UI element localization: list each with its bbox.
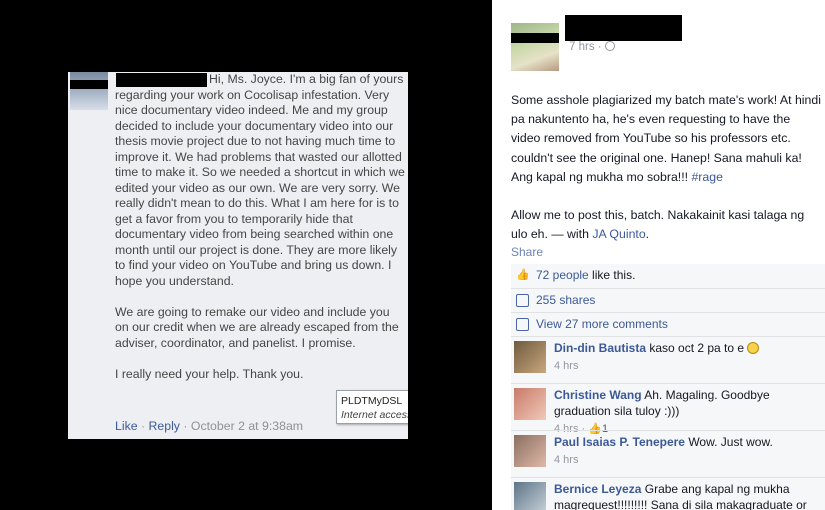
redaction-bar — [70, 80, 108, 89]
message-paragraph: I really need your help. Thank you. — [115, 366, 304, 381]
shares-row: 255 shares — [511, 288, 825, 312]
shares-link[interactable]: 255 shares — [536, 293, 595, 307]
poster-name-redacted — [565, 15, 682, 41]
commenter-name[interactable]: Din-din Bautista — [554, 341, 646, 355]
comment-icon — [516, 318, 529, 331]
post-meta: 7 hrs · — [569, 41, 615, 53]
message-timestamp[interactable]: October 2 at 9:38am — [191, 419, 303, 433]
thumbs-up-icon: 👍 — [516, 269, 530, 281]
hashtag-link[interactable]: #rage — [691, 170, 722, 184]
comment-content: Bernice Leyeza Grabe ang kapal ng mukha … — [554, 481, 822, 510]
comment-time[interactable]: 4 hrs — [554, 358, 822, 374]
separator: · — [183, 419, 188, 433]
separator: · — [140, 419, 146, 433]
comment-item: Din-din Bautista kaso oct 2 pa to e 4 hr… — [511, 336, 825, 383]
sender-avatar — [70, 72, 108, 110]
post-text: Allow me to post this, batch. Nakakainit… — [511, 208, 805, 242]
tooltip-title: PLDTMyDSL — [341, 395, 403, 407]
facebook-post: 7 hrs · Some asshole plagiarized my batc… — [492, 0, 825, 510]
share-link[interactable]: Share — [511, 245, 543, 259]
comment-time[interactable]: 4 hrs — [554, 452, 822, 468]
commenter-avatar[interactable] — [514, 435, 546, 467]
post-time[interactable]: 7 hrs — [569, 41, 595, 53]
comment-text: kaso oct 2 pa to e — [649, 341, 745, 355]
poster-avatar[interactable] — [511, 23, 559, 71]
view-more-comments-link[interactable]: View 27 more comments — [536, 317, 668, 331]
commenter-avatar[interactable] — [514, 341, 546, 373]
comment-item: Christine Wang Ah. Magaling. Goodbye gra… — [511, 383, 825, 435]
commenter-name[interactable]: Christine Wang — [554, 388, 642, 402]
network-tooltip: PLDTMyDSL Internet access — [336, 390, 408, 424]
likes-link[interactable]: 72 people — [536, 268, 589, 282]
post-text: Some asshole plagiarized my batch mate's… — [511, 93, 821, 184]
message-actions: Like · Reply · October 2 at 9:38am — [115, 419, 303, 433]
share-icon — [516, 294, 529, 307]
comment-text: Wow. Just wow. — [688, 435, 773, 449]
comment-item: Bernice Leyeza Grabe ang kapal ng mukha … — [511, 477, 825, 510]
commenter-name[interactable]: Bernice Leyeza — [554, 482, 641, 496]
view-more-row: View 27 more comments — [511, 312, 825, 336]
smiley-icon — [747, 342, 760, 354]
commenter-name[interactable]: Paul Isaias P. Tenepere — [554, 435, 685, 449]
post-paragraph: Some asshole plagiarized my batch mate's… — [511, 91, 823, 187]
likes-row: 👍 72 people like this. — [511, 264, 825, 288]
post-text: . — [645, 227, 650, 242]
message-paragraph: Hi, Ms. Joyce. I'm a big fan of yours re… — [115, 72, 405, 288]
post-paragraph: Allow me to post this, batch. Nakakainit… — [511, 206, 823, 244]
tooltip-subtitle: Internet access — [341, 409, 408, 421]
message-body: Hi, Ms. Joyce. I'm a big fan of yours re… — [115, 72, 405, 398]
feedback-section: 👍 72 people like this. 255 shares View 2… — [511, 264, 825, 510]
commenter-avatar[interactable] — [514, 482, 546, 510]
comment-content: Paul Isaias P. Tenepere Wow. Just wow. 4… — [554, 434, 822, 468]
commenter-avatar[interactable] — [514, 388, 546, 420]
comment-content: Din-din Bautista kaso oct 2 pa to e 4 hr… — [554, 340, 822, 374]
tagged-friend-link[interactable]: JA Quinto — [592, 227, 645, 241]
comment-item: Paul Isaias P. Tenepere Wow. Just wow. 4… — [511, 430, 825, 477]
likes-rest: like this. — [588, 268, 636, 282]
message-screenshot: Hi, Ms. Joyce. I'm a big fan of yours re… — [68, 72, 408, 439]
redaction-bar — [511, 33, 559, 43]
globe-icon[interactable] — [604, 41, 615, 51]
separator: · — [597, 41, 602, 53]
message-paragraph: We are going to remake our video and inc… — [115, 304, 399, 350]
post-body: Some asshole plagiarized my batch mate's… — [511, 91, 823, 263]
like-link[interactable]: Like — [115, 419, 138, 433]
likes-text: 72 people like this. — [536, 268, 635, 282]
reply-link[interactable]: Reply — [149, 419, 180, 433]
